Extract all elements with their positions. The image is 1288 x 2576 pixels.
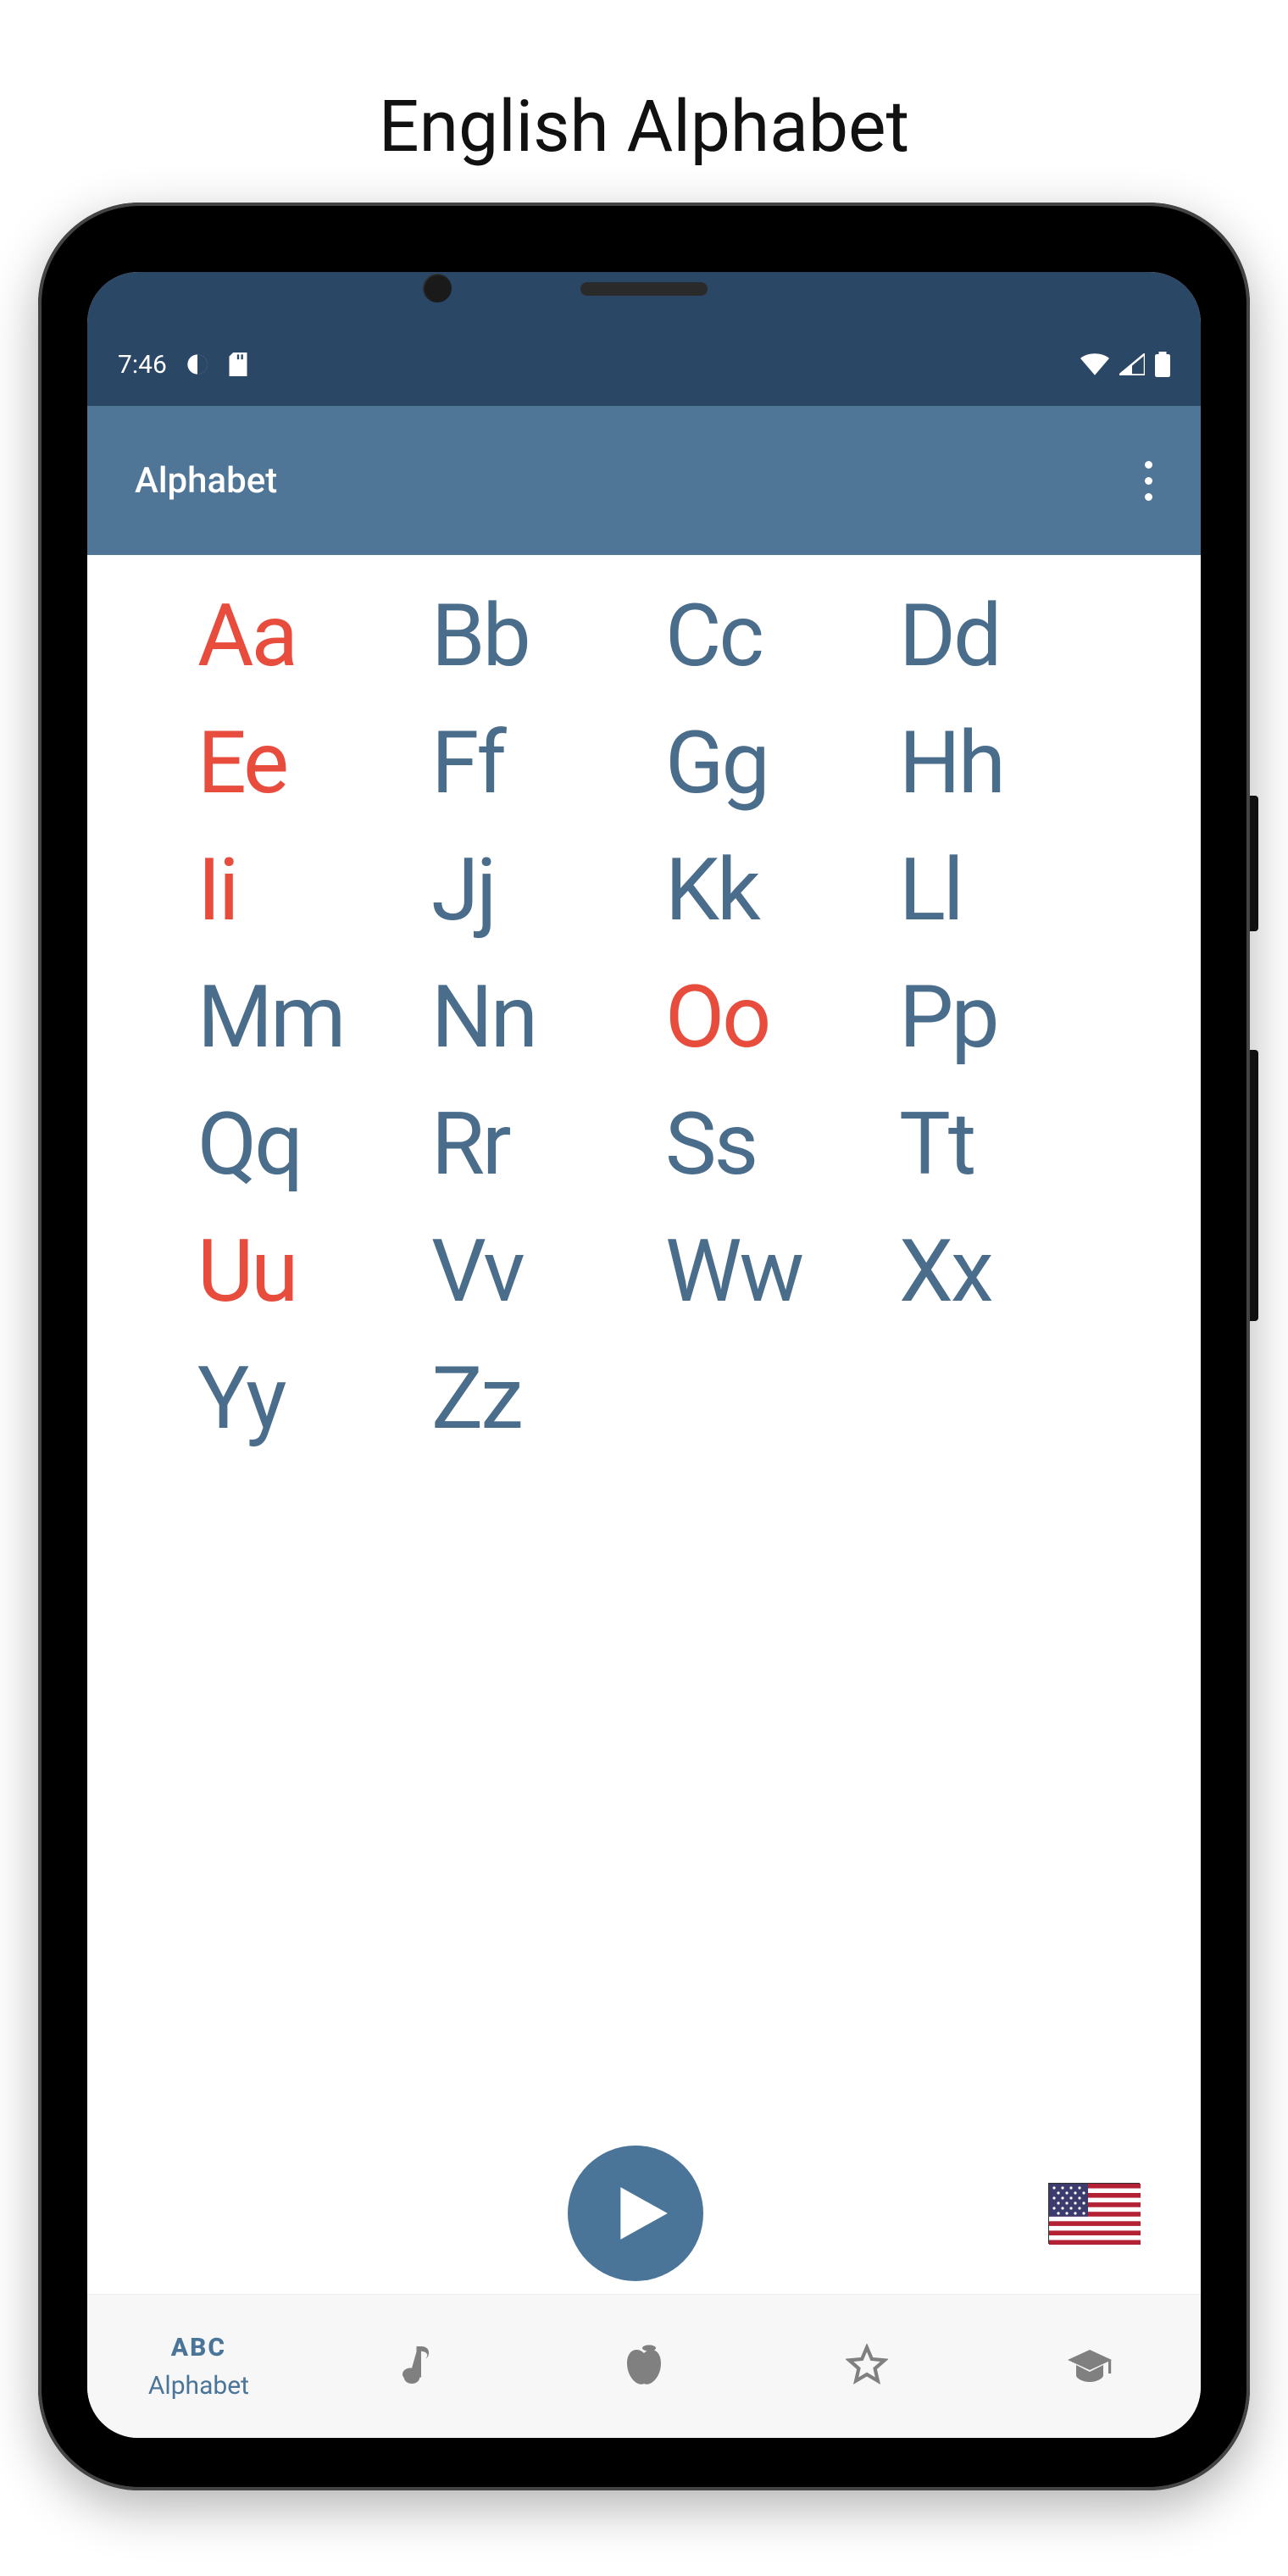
us-flag-icon [1049, 2184, 1141, 2245]
main-content: AaBbCcDd EeFfGgHh IiJjKkLl MmNnOoPp QqRrSsTt… [87, 555, 1201, 2294]
letter-r[interactable]: Rr [431, 1080, 665, 1208]
nav-favorites[interactable] [755, 2295, 978, 2438]
letter-c[interactable]: Cc [665, 572, 899, 699]
phone-bezel: 7:46 [58, 223, 1230, 2470]
letter-f[interactable]: Ff [431, 699, 665, 826]
wifi-icon [1080, 353, 1109, 375]
status-left: 7:46 [118, 350, 248, 380]
letter-p[interactable]: Pp [899, 953, 1133, 1080]
phone-side-button [1250, 796, 1258, 931]
alphabet-grid: AaBbCcDd EeFfGgHh IiJjKkLl MmNnOoPp QqRrSsTt… [197, 572, 1184, 1462]
letter-j[interactable]: Jj [431, 826, 665, 953]
letter-g[interactable]: Gg [665, 699, 899, 826]
app-bar: Alphabet [87, 406, 1201, 555]
dot-icon [1145, 461, 1152, 469]
abc-icon: ABC [171, 2333, 226, 2362]
letter-z[interactable]: Zz [431, 1335, 665, 1462]
phone-frame: 7:46 [38, 203, 1250, 2490]
phone-side-button [1250, 1050, 1258, 1321]
nav-music[interactable] [310, 2295, 533, 2438]
letter-v[interactable]: Vv [431, 1208, 665, 1335]
letter-m[interactable]: Mm [197, 953, 431, 1080]
apple-icon [623, 2343, 665, 2390]
letter-b[interactable]: Bb [431, 572, 665, 699]
letter-u[interactable]: Uu [197, 1208, 431, 1335]
dot-icon [1145, 493, 1152, 501]
status-time: 7:46 [118, 350, 167, 380]
signal-icon [1119, 353, 1145, 375]
status-right [1080, 352, 1170, 377]
nav-label: Alphabet [148, 2371, 249, 2401]
battery-icon [1155, 352, 1170, 377]
phone-screen: 7:46 [87, 272, 1201, 2438]
bottom-controls [87, 2133, 1184, 2294]
page-title: English Alphabet [379, 85, 909, 169]
graduation-cap-icon [1066, 2346, 1113, 2387]
letter-y[interactable]: Yy [197, 1335, 431, 1462]
star-icon [846, 2344, 888, 2390]
letter-e[interactable]: Ee [197, 699, 431, 826]
sd-card-icon [228, 353, 248, 376]
app-bar-title: Alphabet [135, 460, 277, 502]
do-not-disturb-icon [186, 353, 209, 376]
phone-camera [423, 274, 452, 303]
letter-k[interactable]: Kk [665, 826, 899, 953]
play-icon [610, 2182, 673, 2245]
letter-q[interactable]: Qq [197, 1080, 431, 1208]
letter-l[interactable]: Ll [899, 826, 1133, 953]
play-button[interactable] [568, 2146, 703, 2281]
nav-learn[interactable] [978, 2295, 1201, 2438]
bottom-nav: ABC Alphabet [87, 2294, 1201, 2438]
letter-w[interactable]: Ww [665, 1208, 899, 1335]
letter-o[interactable]: Oo [665, 953, 899, 1080]
nav-food[interactable] [533, 2295, 756, 2438]
phone-speaker [580, 282, 708, 296]
nav-alphabet[interactable]: ABC Alphabet [87, 2295, 310, 2438]
letter-s[interactable]: Ss [665, 1080, 899, 1208]
letter-t[interactable]: Tt [899, 1080, 1133, 1208]
letter-n[interactable]: Nn [431, 953, 665, 1080]
letter-d[interactable]: Dd [899, 572, 1133, 699]
dot-icon [1145, 477, 1152, 485]
music-note-icon [402, 2343, 440, 2390]
letter-i[interactable]: Ii [197, 826, 431, 953]
letter-h[interactable]: Hh [899, 699, 1133, 826]
letter-a[interactable]: Aa [197, 572, 431, 699]
letter-x[interactable]: Xx [899, 1208, 1133, 1335]
flag-us-button[interactable] [1048, 2183, 1140, 2244]
more-options-button[interactable] [1126, 458, 1170, 502]
